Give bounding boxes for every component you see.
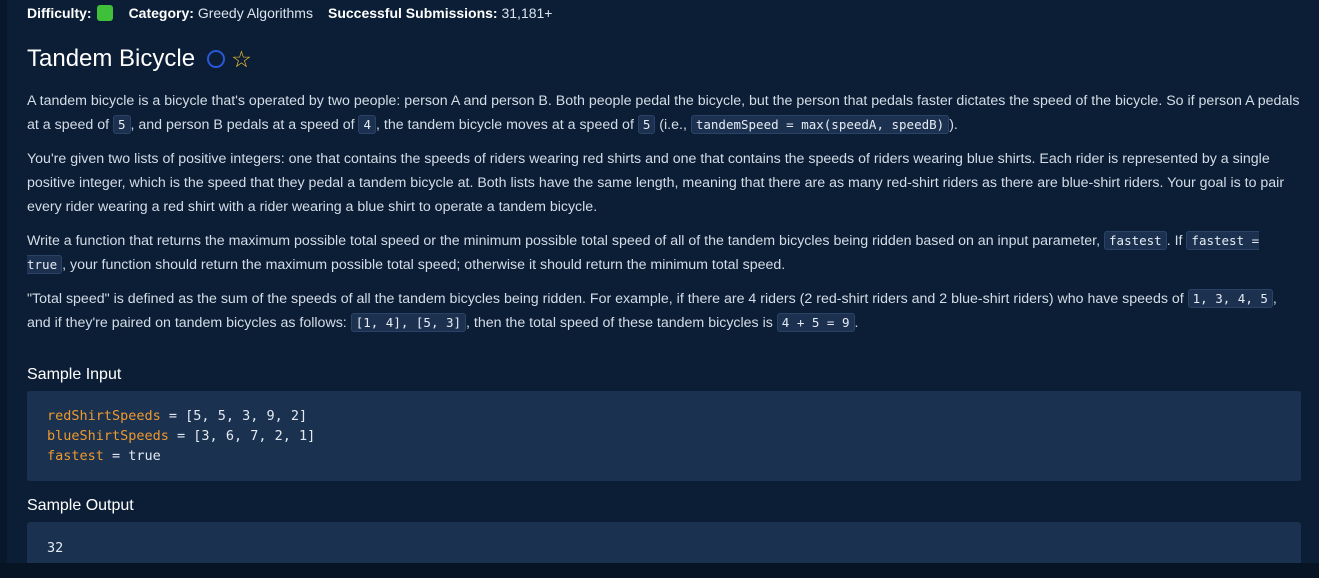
description-paragraph-4: "Total speed" is defined as the sum of t… [27,287,1302,335]
code-variable: fastest [47,448,104,464]
description-paragraph-1: A tandem bicycle is a bicycle that's ope… [27,89,1302,137]
sample-output-block[interactable]: 32 [27,522,1301,563]
code-value: = [3, 6, 7, 2, 1] [168,428,316,444]
text: , then the total speed of these tandem b… [466,315,777,331]
circle-outline-icon[interactable] [207,50,226,68]
sample-output-heading: Sample Output [27,497,134,514]
title-row: Tandem Bicycle ☆ [27,42,252,76]
text: Write a function that returns the maximu… [27,233,1105,249]
code-line: redShirtSpeeds = [5, 5, 3, 9, 2] [47,406,1281,426]
text: "Total speed" is defined as the sum of t… [27,291,1188,307]
text: . [854,315,859,331]
text: (i.e., [655,117,691,133]
difficulty-badge [96,5,113,21]
inline-code: [1, 4], [5, 3] [350,313,467,332]
category-label: Category: [128,5,194,21]
code-variable: redShirtSpeeds [47,408,161,424]
difficulty-label: Difficulty: [27,5,92,21]
code-variable: blueShirtSpeeds [47,428,169,444]
text: , the tandem bicycle moves at a speed of [376,117,638,133]
star-outline-icon[interactable]: ☆ [231,47,252,71]
code-line: blueShirtSpeeds = [3, 6, 7, 2, 1] [47,426,1281,446]
description-paragraph-3: Write a function that returns the maximu… [27,229,1302,277]
submissions-value: 31,181+ [501,5,553,21]
sample-input-block[interactable]: redShirtSpeeds = [5, 5, 3, 9, 2] blueShi… [27,391,1301,481]
page-title: Tandem Bicycle [27,45,196,72]
description-paragraph-2: You're given two lists of positive integ… [27,151,1285,215]
submissions-label: Successful Submissions: [327,5,498,21]
inline-code: 5 [637,115,656,134]
text: ). [949,117,958,133]
code-value: = true [103,448,161,464]
inline-code: 4 + 5 = 9 [776,313,855,332]
code-line: fastest = true [47,446,1281,466]
output-value: 32 [47,540,64,556]
inline-code: 5 [112,115,131,134]
inline-code: fastest [1104,231,1167,250]
inline-code: tandemSpeed = max(speedA, speedB) [690,115,950,134]
code-value: = [5, 5, 3, 9, 2] [160,408,308,424]
text: , your function should return the maximu… [62,257,786,273]
text: . If [1166,233,1187,249]
text: , and person B pedals at a speed of [130,117,359,133]
bottom-bar [0,563,1319,578]
problem-meta: Difficulty: Category: Greedy Algorithms … [27,4,552,22]
inline-code: 1, 3, 4, 5 [1187,289,1273,308]
inline-code: 4 [358,115,376,134]
sample-input-heading: Sample Input [27,366,122,383]
category-value: Greedy Algorithms [197,5,313,21]
